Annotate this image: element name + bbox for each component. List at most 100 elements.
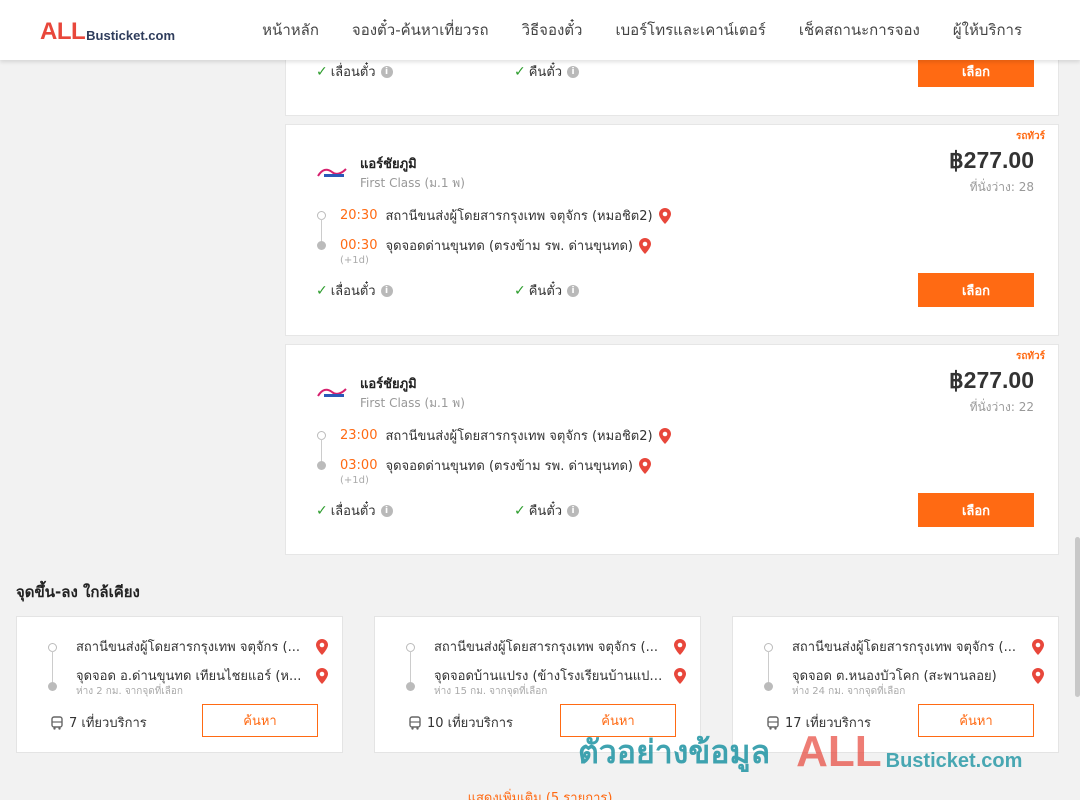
nearby-destination-text: จุดจอด อ.ด่านขุนทด เทียนไชยแอร์ (ห... <box>76 669 302 684</box>
nav-how-to-book[interactable]: วิธีจองตั๋ว <box>522 18 583 42</box>
nav-check-booking[interactable]: เช็คสถานะการจอง <box>799 18 920 42</box>
next-day-label: (+1d) <box>340 255 369 266</box>
map-pin-icon[interactable] <box>316 638 328 655</box>
trip-card: รถทัวร์ แอร์ชัยภูมิ First Class (ม.1 พ) … <box>285 124 1059 336</box>
info-icon[interactable]: i <box>380 284 393 297</box>
nearby-origin-text: สถานีขนส่งผู้โดยสารกรุงเทพ จตุจักร (... <box>434 640 658 655</box>
operator-logo-icon <box>317 388 347 397</box>
refund-ticket-option: ✓ คืนตั๋ว i <box>514 500 580 521</box>
trip-price: ฿277.00 <box>949 367 1034 393</box>
arrival-place: จุดจอดด่านขุนทด (ตรงข้าม รพ. ด่านขุนทด) <box>385 239 633 254</box>
move-ticket-option: ✓ เลื่อนตั๋ว i <box>316 61 393 82</box>
arrival-dot <box>317 461 326 470</box>
nearby-route-card: สถานีขนส่งผู้โดยสารกรุงเทพ จตุจักร (... … <box>374 616 701 753</box>
nearby-origin: สถานีขนส่งผู้โดยสารกรุงเทพ จตุจักร (... <box>434 636 686 657</box>
show-more-link[interactable]: แสดงเพิ่มเติม (5 รายการ) <box>0 787 1080 800</box>
map-pin-icon[interactable] <box>1032 638 1044 655</box>
move-ticket-option: ✓ เลื่อนตั๋ว i <box>316 500 393 521</box>
nearby-route-card: สถานีขนส่งผู้โดยสารกรุงเทพ จตุจักร (... … <box>732 616 1059 753</box>
bus-class: First Class (ม.1 พ) <box>360 176 465 190</box>
nav-book-search[interactable]: จองตั๋ว-ค้นหาเที่ยวรถ <box>352 18 489 42</box>
trip-card: รถทัวร์ แอร์ชัยภูมิ First Class (ม.1 พ) … <box>285 344 1059 555</box>
bus-icon <box>51 715 63 730</box>
nearby-distance: ห่าง 24 กม. จากจุดที่เลือก <box>792 686 906 697</box>
nearby-origin: สถานีขนส่งผู้โดยสารกรุงเทพ จตุจักร (... <box>76 636 328 657</box>
refund-ticket-option: ✓ คืนตั๋ว i <box>514 61 580 82</box>
site-header: ALL Busticket.com หน้าหลัก จองตั๋ว-ค้นหา… <box>0 0 1080 60</box>
nearby-trips-count: 17 เที่ยวบริการ <box>785 716 871 731</box>
next-day-label: (+1d) <box>340 475 369 486</box>
operator-logo-icon <box>317 168 347 177</box>
nearby-route-card: สถานีขนส่งผู้โดยสารกรุงเทพ จตุจักร (... … <box>16 616 343 753</box>
nearby-origin: สถานีขนส่งผู้โดยสารกรุงเทพ จตุจักร (... <box>792 636 1044 657</box>
nearby-origin-text: สถานีขนส่งผู้โดยสารกรุงเทพ จตุจักร (... <box>76 640 300 655</box>
site-logo[interactable]: ALL Busticket.com <box>40 18 175 44</box>
move-ticket-label: เลื่อนตั๋ว <box>330 284 376 299</box>
map-pin-icon[interactable] <box>638 457 651 474</box>
nearby-destination-text: จุดจอด ต.หนองบัวโคก (สะพานลอย) <box>792 669 997 684</box>
refund-ticket-option: ✓ คืนตั๋ว i <box>514 280 580 301</box>
nav-operators[interactable]: ผู้ให้บริการ <box>953 18 1022 42</box>
departure-time: 23:00 <box>340 428 378 443</box>
destination-dot <box>764 682 773 691</box>
bus-icon <box>767 715 779 730</box>
move-ticket-option: ✓ เลื่อนตั๋ว i <box>316 280 393 301</box>
departure-time: 20:30 <box>340 208 378 223</box>
nearby-destination: จุดจอด ต.หนองบัวโคก (สะพานลอย) <box>792 665 1044 686</box>
move-ticket-label: เลื่อนตั๋ว <box>330 65 376 80</box>
info-icon[interactable]: i <box>567 284 580 297</box>
nearby-section-title: จุดขึ้น-ลง ใกล้เคียง <box>16 583 140 601</box>
departure-stop: 20:30 สถานีขนส่งผู้โดยสารกรุงเทพ จตุจักร… <box>340 205 671 226</box>
bus-icon <box>409 715 421 730</box>
nearby-trips: 10 เที่ยวบริการ <box>408 712 513 733</box>
search-button[interactable]: ค้นหา <box>560 704 676 737</box>
main-nav: หน้าหลัก จองตั๋ว-ค้นหาเที่ยวรถ วิธีจองตั… <box>262 0 1022 60</box>
info-icon[interactable]: i <box>380 504 393 517</box>
nearby-destination: จุดจอดบ้านแปรง (ข้างโรงเรียนบ้านแปร... <box>434 665 686 686</box>
trip-price: ฿277.00 <box>949 147 1034 173</box>
nearby-origin-text: สถานีขนส่งผู้โดยสารกรุงเทพ จตุจักร (... <box>792 640 1016 655</box>
nearby-trips-count: 7 เที่ยวบริการ <box>69 716 147 731</box>
check-icon: ✓ <box>316 63 328 80</box>
check-icon: ✓ <box>316 502 328 519</box>
select-button[interactable]: เลือก <box>918 493 1034 527</box>
refund-ticket-label: คืนตั๋ว <box>528 504 563 519</box>
select-button[interactable]: เลือก <box>918 273 1034 307</box>
check-icon: ✓ <box>514 63 526 80</box>
logo-busticket: Busticket.com <box>86 28 176 43</box>
bus-type-badge: รถทัวร์ <box>1015 351 1045 362</box>
refund-ticket-label: คืนตั๋ว <box>528 284 563 299</box>
map-pin-icon[interactable] <box>658 427 671 444</box>
nav-phone-counter[interactable]: เบอร์โทรและเคาน์เตอร์ <box>615 18 765 42</box>
arrival-stop: 00:30 จุดจอดด่านขุนทด (ตรงข้าม รพ. ด่านข… <box>340 235 651 256</box>
map-pin-icon[interactable] <box>1032 667 1044 684</box>
page-scrollbar[interactable] <box>1075 537 1080 697</box>
nearby-destination: จุดจอด อ.ด่านขุนทด เทียนไชยแอร์ (ห... <box>76 665 328 686</box>
nav-home[interactable]: หน้าหลัก <box>262 18 319 42</box>
route-line <box>768 651 769 685</box>
nearby-distance: ห่าง 15 กม. จากจุดที่เลือก <box>434 686 548 697</box>
nearby-trips: 17 เที่ยวบริการ <box>766 712 871 733</box>
logo-all: ALL <box>40 18 86 45</box>
info-icon[interactable]: i <box>567 65 580 78</box>
map-pin-icon[interactable] <box>638 237 651 254</box>
map-pin-icon[interactable] <box>658 207 671 224</box>
arrival-dot <box>317 241 326 250</box>
seats-available: ที่นั่งว่าง: 22 <box>969 400 1034 414</box>
nearby-trips-count: 10 เที่ยวบริการ <box>427 716 513 731</box>
route-line <box>410 651 411 685</box>
arrival-time: 00:30 <box>340 238 378 253</box>
operator-name: แอร์ชัยภูมิ <box>360 157 417 172</box>
search-button[interactable]: ค้นหา <box>918 704 1034 737</box>
nearby-distance: ห่าง 2 กม. จากจุดที่เลือก <box>76 686 183 697</box>
search-button[interactable]: ค้นหา <box>202 704 318 737</box>
info-icon[interactable]: i <box>380 65 393 78</box>
info-icon[interactable]: i <box>567 504 580 517</box>
departure-stop: 23:00 สถานีขนส่งผู้โดยสารกรุงเทพ จตุจักร… <box>340 425 671 446</box>
map-pin-icon[interactable] <box>674 638 686 655</box>
map-pin-icon[interactable] <box>316 667 328 684</box>
seats-available: ที่นั่งว่าง: 28 <box>969 180 1034 194</box>
departure-place: สถานีขนส่งผู้โดยสารกรุงเทพ จตุจักร (หมอช… <box>385 209 653 224</box>
map-pin-icon[interactable] <box>674 667 686 684</box>
route-line <box>52 651 53 685</box>
